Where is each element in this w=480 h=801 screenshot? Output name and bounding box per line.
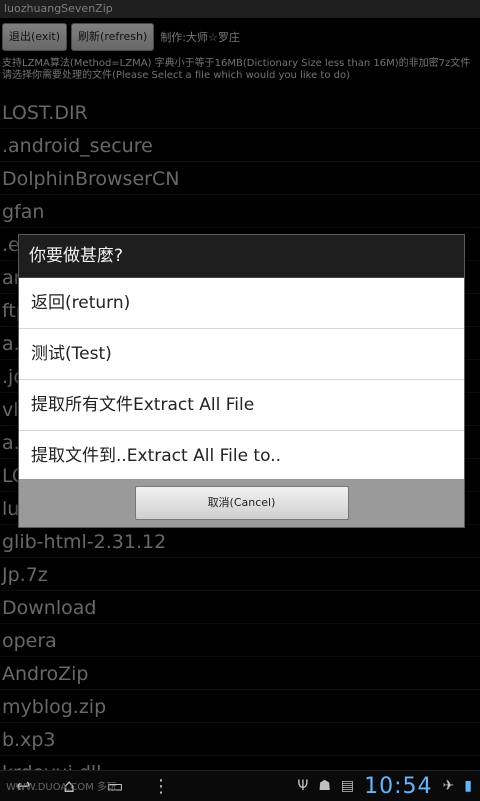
airplane-icon: ✈ xyxy=(442,778,455,794)
sd-card-icon: ▤ xyxy=(340,778,355,794)
option-extract-all[interactable]: 提取所有文件Extract All File xyxy=(19,380,464,431)
option-extract-to[interactable]: 提取文件到..Extract All File to.. xyxy=(19,431,464,482)
status-area: Ψ ☗ ▤ 10:54 ✈ ▮ xyxy=(297,774,480,799)
dialog-title: 你要做甚麼? xyxy=(19,235,464,278)
action-dialog: 你要做甚麼? 返回(return) 测试(Test) 提取所有文件Extract… xyxy=(18,234,465,528)
cancel-button[interactable]: 取消(Cancel) xyxy=(134,486,349,520)
option-return[interactable]: 返回(return) xyxy=(19,278,464,329)
watermark: WWW.DUOA.COM 多玩 xyxy=(6,782,117,793)
android-debug-icon: ☗ xyxy=(318,778,331,794)
battery-icon: ▮ xyxy=(464,778,472,794)
usb-icon: Ψ xyxy=(297,778,309,794)
menu-icon[interactable]: ⋮ xyxy=(138,776,184,797)
dialog-footer: 取消(Cancel) xyxy=(19,479,464,527)
option-test[interactable]: 测试(Test) xyxy=(19,329,464,380)
clock: 10:54 xyxy=(364,773,433,799)
